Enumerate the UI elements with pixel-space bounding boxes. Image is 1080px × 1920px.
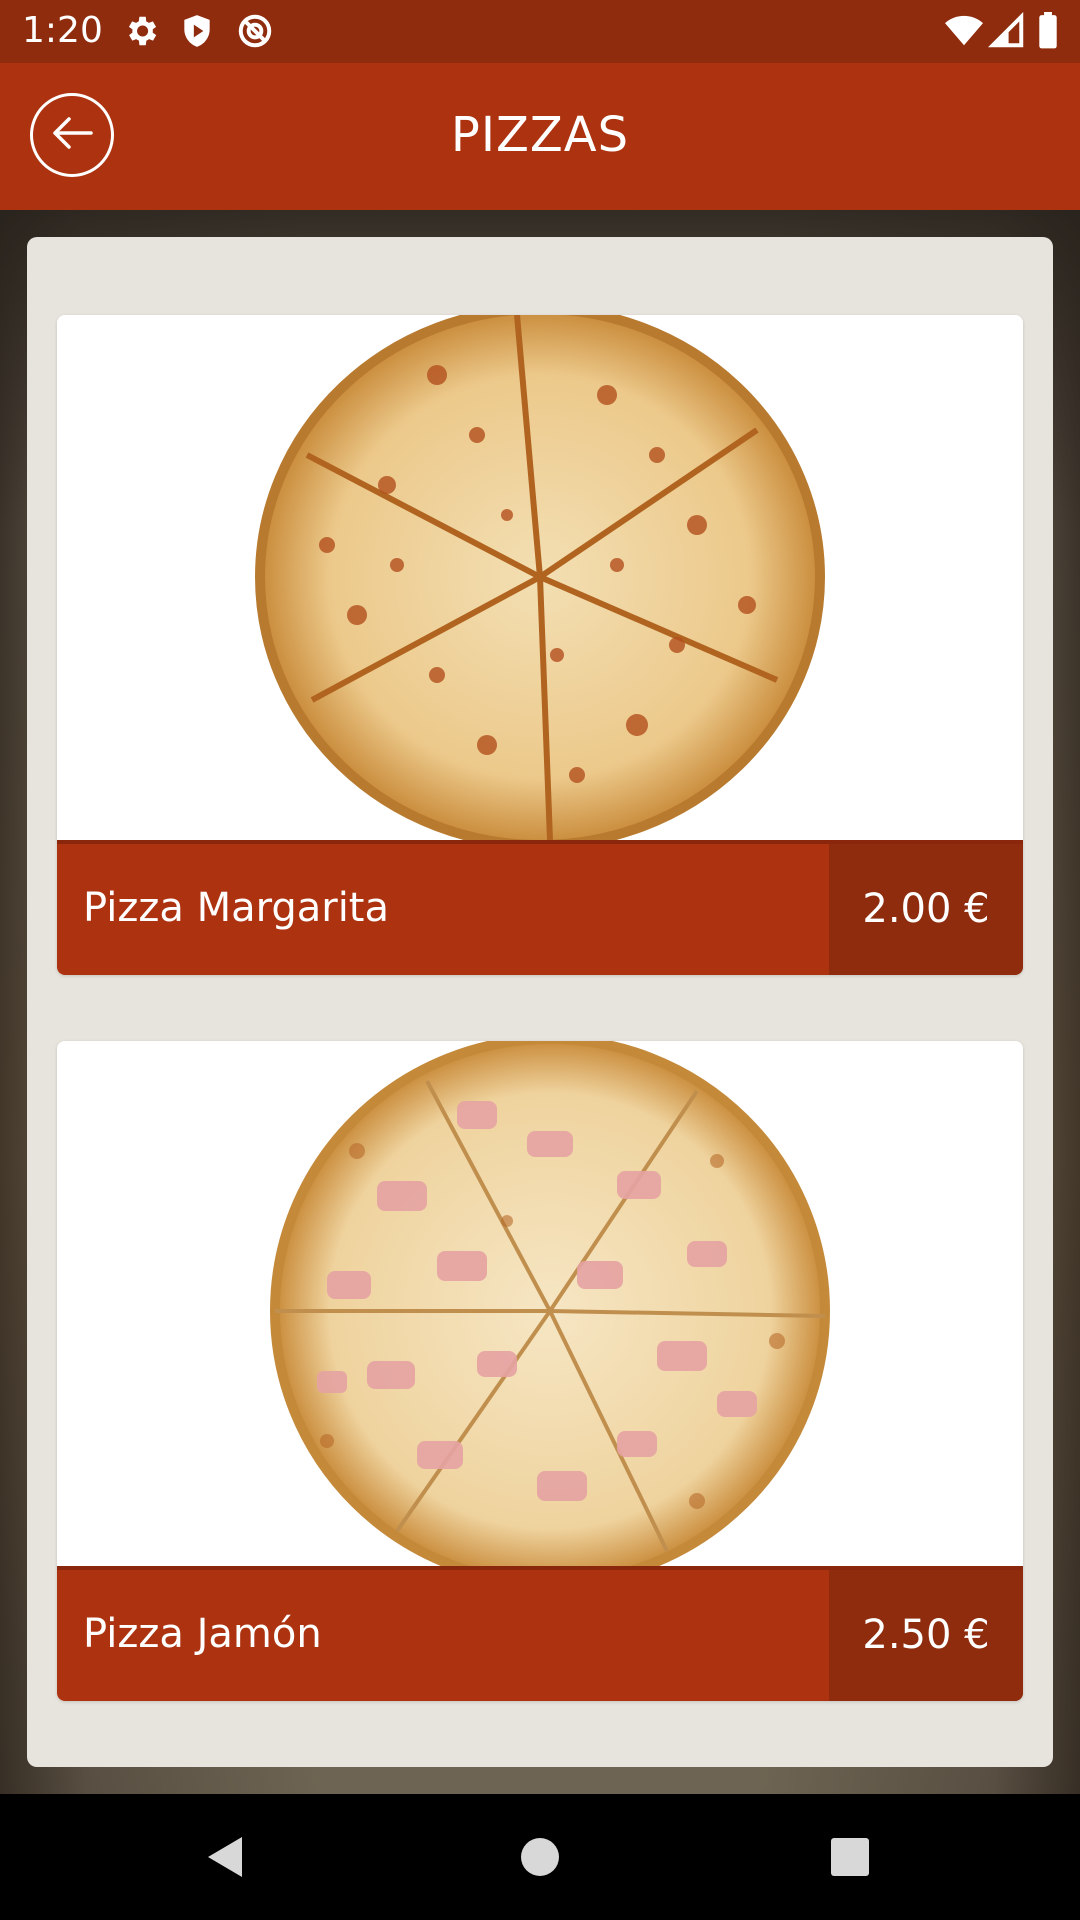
page-title: PIZZAS bbox=[450, 107, 630, 163]
app-bar: PIZZAS bbox=[0, 63, 1080, 210]
signal-icon bbox=[987, 11, 1026, 50]
wifi-icon bbox=[944, 12, 983, 50]
home-circle-icon[interactable] bbox=[510, 1827, 570, 1887]
shield-play-icon bbox=[178, 12, 216, 50]
back-triangle-icon[interactable] bbox=[196, 1827, 256, 1887]
gear-icon bbox=[122, 12, 160, 50]
system-nav-bar bbox=[0, 1794, 1080, 1920]
product-name: Pizza Margarita bbox=[83, 885, 389, 931]
pizza-jamon-photo bbox=[57, 1041, 1023, 1566]
battery-icon bbox=[1036, 12, 1060, 50]
status-bar: 1:20 bbox=[0, 0, 1080, 63]
product-card-pizza-jamon[interactable]: Pizza Jamón 2.50 € bbox=[57, 1041, 1023, 1701]
status-time: 1:20 bbox=[22, 10, 103, 51]
product-price: 2.50 € bbox=[829, 1570, 1023, 1701]
product-info-bar: Pizza Jamón 2.50 € bbox=[57, 1566, 1023, 1701]
product-card-pizza-margarita[interactable]: Pizza Margarita 2.00 € bbox=[57, 315, 1023, 975]
product-list: Pizza Margarita 2.00 € Pizza Jamón 2.50 … bbox=[27, 237, 1053, 1767]
product-info-bar: Pizza Margarita 2.00 € bbox=[57, 840, 1023, 975]
pizza-margarita-photo bbox=[57, 315, 1023, 840]
product-name: Pizza Jamón bbox=[83, 1611, 322, 1657]
recents-square-icon[interactable] bbox=[820, 1827, 880, 1887]
product-price: 2.00 € bbox=[829, 844, 1023, 975]
no-location-icon bbox=[236, 12, 274, 50]
